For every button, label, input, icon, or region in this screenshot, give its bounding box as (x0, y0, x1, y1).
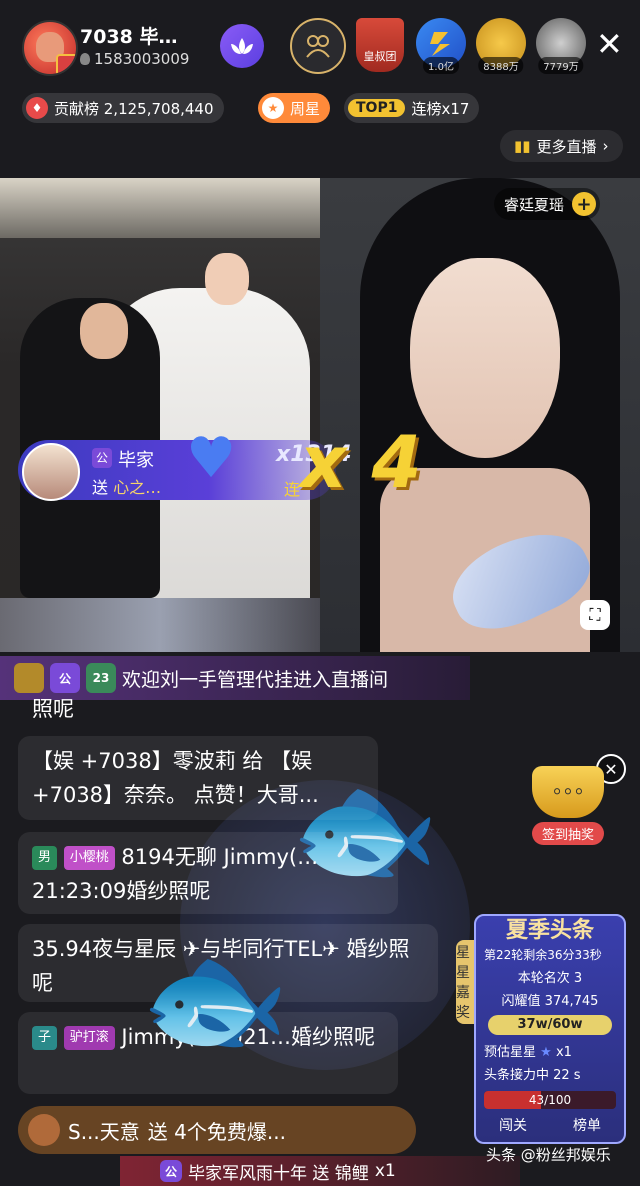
anchor-avatar[interactable] (22, 20, 78, 76)
bars-icon: ▮▮ (514, 137, 531, 155)
chat-message: 男 小樱桃 8194无聊 Jimmy(… 21:23:09婚纱照呢 (18, 832, 398, 914)
bottom-gift-text: 送 4个免费爆... (147, 1119, 286, 1144)
watermark: 头条 @粉丝邦娱乐 (486, 1146, 611, 1164)
groom-head (80, 303, 128, 359)
viewer-count-2: 8388万 (478, 57, 524, 74)
top1-pill[interactable]: TOP1 连榜x17 (344, 93, 480, 123)
plus-icon[interactable]: + (572, 192, 597, 216)
summer-headline-panel[interactable]: 夏季头条 第22轮剩余36分33秒 本轮名次 3 闪耀值 374,745 37w… (474, 914, 626, 1144)
close-icon[interactable]: ✕ (596, 28, 623, 60)
chevron-right-icon: › (602, 137, 609, 155)
relay-progress-text: 43/100 (528, 1093, 572, 1107)
viewer-count-3: 7779万 (538, 57, 584, 74)
checkin-lottery-widget[interactable]: ⚪⚪⚪ 签到抽奖 (520, 766, 616, 854)
guard-badge-icon (14, 663, 44, 693)
fullscreen-icon[interactable]: ⛶ (580, 600, 610, 630)
background-shelf (0, 178, 320, 238)
chat-badge-tag: 子 (32, 1026, 58, 1050)
avatar-badge-icon (56, 54, 76, 74)
top1-badge: TOP1 (348, 99, 406, 117)
gift-sender-name: 毕家 (118, 450, 154, 471)
summer-rank: 本轮名次 3 (517, 971, 583, 986)
summer-relay: 头条接力中 22 s (484, 1068, 581, 1083)
viewer-count-1: 1.0亿 (423, 57, 459, 74)
public-badge-icon: 公 (92, 448, 112, 468)
bottom-gift-sender: S...天意 (68, 1119, 140, 1144)
checkin-lottery-label[interactable]: 签到抽奖 (531, 822, 604, 845)
contribution-pill[interactable]: ♦ 贡献榜 2,125,708,440 (22, 93, 224, 123)
bride-head (205, 253, 249, 305)
more-live-label: 更多直播 (536, 137, 597, 156)
flame-icon (80, 53, 90, 65)
chat-text: 【娱 +7038】零波莉 给 【娱 +7038】奈奈。 点赞！大哥... (32, 749, 319, 807)
chat-message: 照呢 (18, 692, 318, 726)
chat-message: 【娱 +7038】零波莉 给 【娱 +7038】奈奈。 点赞！大哥... (18, 736, 378, 820)
relay-progress-bar: 43/100 (484, 1091, 616, 1109)
bottom-gift-banner: S...天意 送 4个免费爆... (18, 1106, 416, 1154)
viewer-avatar-1[interactable]: 1.0亿 (416, 18, 466, 74)
combo-label: 连 (284, 480, 301, 499)
star-icon: ★ (262, 97, 284, 119)
weekly-star-text: 周星 (290, 99, 321, 118)
chat-text: 照呢 (32, 697, 74, 721)
heart-gift-icon: ♥ (186, 426, 237, 491)
gift-sender-avatar[interactable] (22, 443, 80, 501)
viewer-avatar-3[interactable]: 7779万 (536, 18, 586, 74)
summer-round: 第22轮剩余36分33秒 (484, 948, 602, 962)
weekly-star-pill[interactable]: ★ 周星 (258, 93, 331, 123)
streak-text: 连榜x17 (411, 99, 470, 118)
summer-estimate: 预估星星 (484, 1045, 537, 1060)
gift-description: 送 心之… (92, 474, 161, 498)
room-id: 1583003009 (80, 50, 189, 68)
bottom-gift-row: 公 毕家军风雨十年 送 锦鲤 x1 (120, 1156, 520, 1186)
emperor-group-shield[interactable]: 皇叔团 (356, 18, 404, 72)
star-icon: ★ (540, 1045, 552, 1060)
gift-multiplier: x 4 (300, 420, 422, 504)
anchor-tag-name: 睿廷夏瑶 (504, 195, 565, 214)
lotus-icon-button[interactable] (220, 24, 264, 68)
public-badge-icon: 公 (50, 663, 80, 693)
chat-fan-tag: 驴打滚 (63, 1026, 115, 1050)
bottom-row-text: 毕家军风雨十年 送 锦鲤 (188, 1163, 369, 1184)
shield-label: 皇叔团 (363, 50, 397, 63)
streamer-face (410, 258, 560, 458)
koi-fish-icon: 🐟 (140, 930, 290, 1069)
room-name: 7038 毕… (80, 26, 178, 48)
summer-title: 夏季头条 (505, 918, 594, 943)
guard-mic-icon-button[interactable] (290, 18, 346, 74)
diamond-icon: ♦ (26, 97, 48, 119)
summer-progress: 37w/60w (488, 1015, 612, 1035)
welcome-text: 欢迎刘一手管理代挂进入直播间 (122, 668, 389, 691)
summer-estimate-value: x1 (555, 1045, 572, 1060)
more-live-button[interactable]: ▮▮ 更多直播 › (500, 130, 623, 162)
bottom-strip-image (0, 598, 320, 652)
summer-shine: 闪耀值 374,745 (501, 994, 599, 1009)
chat-fan-tag: 小樱桃 (63, 846, 115, 870)
left-video-feed[interactable] (0, 178, 320, 652)
bottom-row-count: x1 (374, 1161, 396, 1181)
anchor-follow-tag[interactable]: 睿廷夏瑶 + (494, 188, 601, 220)
challenge-button[interactable]: 闯关 (499, 1115, 527, 1135)
gift-item-name: 心之… (113, 478, 162, 497)
chat-gender-tag: 男 (32, 846, 58, 870)
level-badge-icon: 23 (86, 663, 116, 693)
leaderboard-button[interactable]: 榜单 (573, 1115, 601, 1135)
gift-desc-prefix: 送 (92, 478, 114, 497)
trophy-icon: ⚪⚪⚪ (532, 766, 604, 818)
viewer-avatar-2[interactable]: 8388万 (476, 18, 526, 74)
contribution-text: 贡献榜 2,125,708,440 (54, 99, 214, 118)
room-id-text: 1583003009 (94, 50, 190, 68)
sender-avatar (28, 1114, 60, 1146)
